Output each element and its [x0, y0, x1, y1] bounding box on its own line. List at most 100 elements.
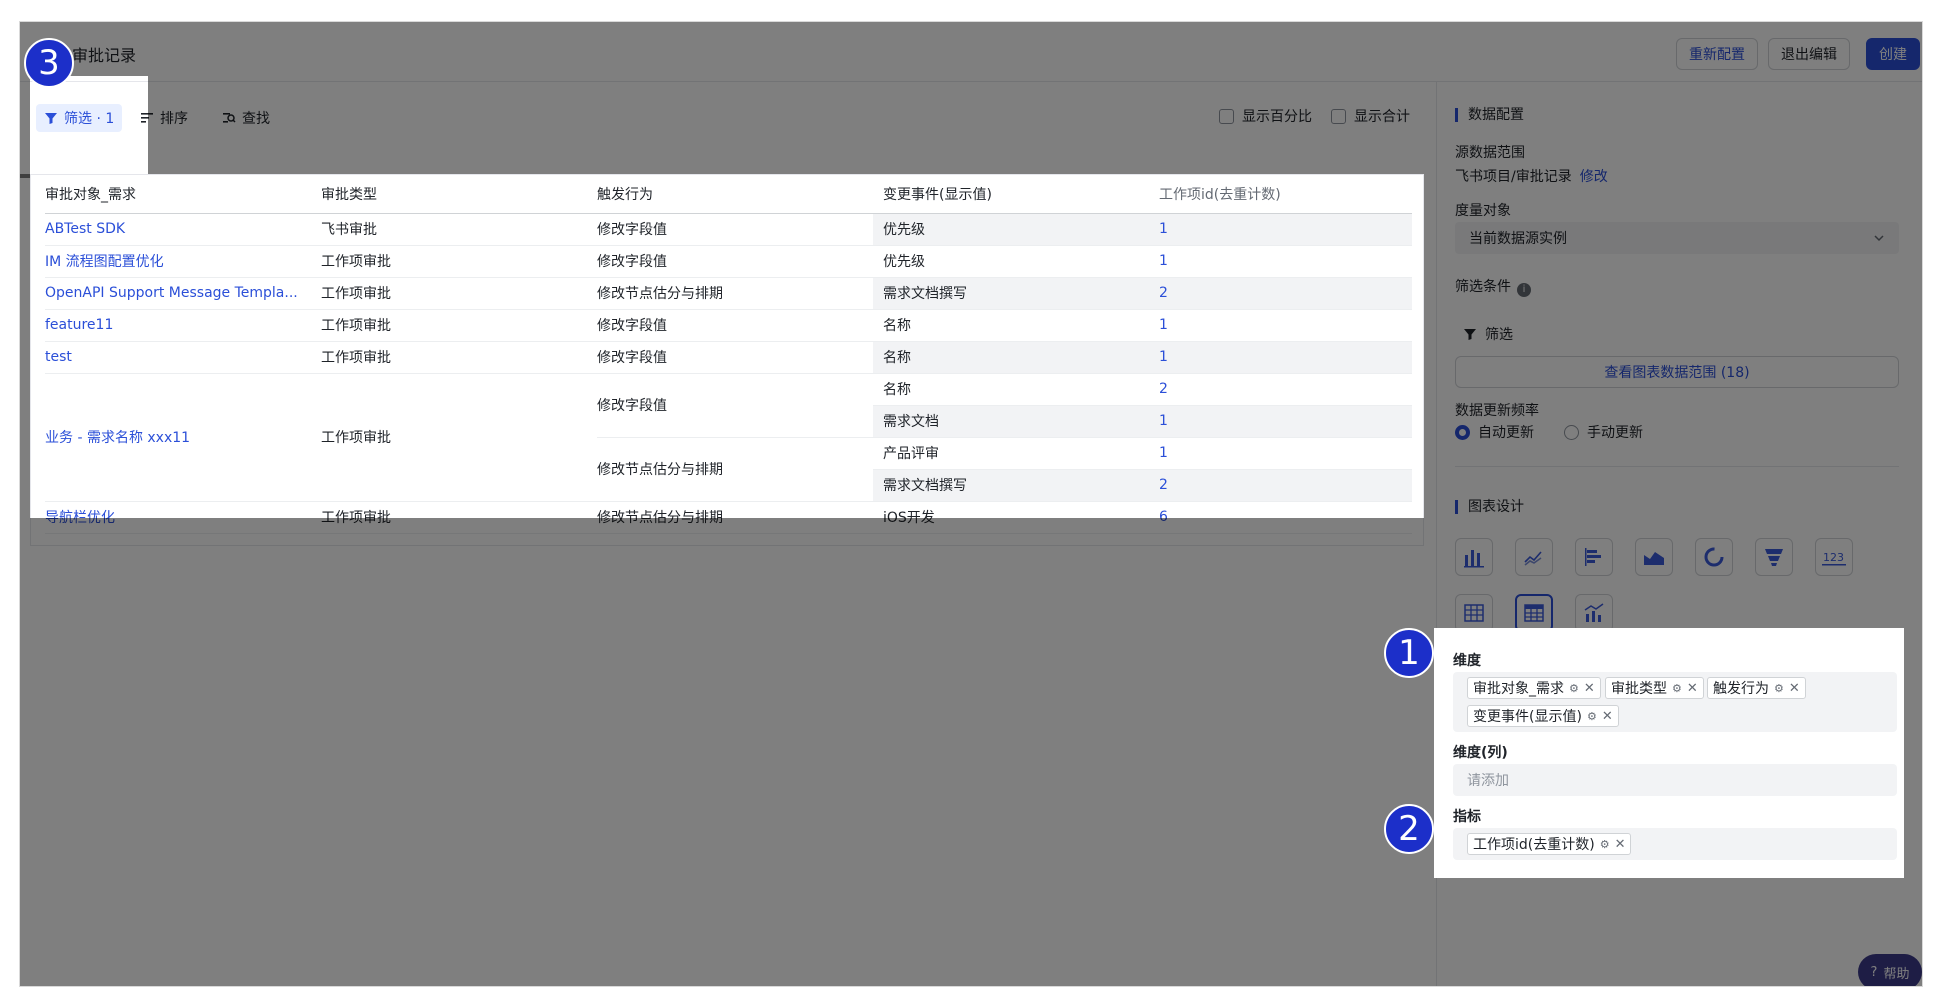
gear-icon[interactable]: ⚙ [1600, 838, 1610, 851]
update-frequency-radio-group: 自动更新 手动更新 [1455, 422, 1643, 442]
cell-object[interactable]: 导航栏优化 [45, 501, 321, 534]
cell-count[interactable]: 2 [1149, 469, 1412, 502]
cell-count[interactable]: 1 [1149, 405, 1412, 438]
dimension-column-drop-zone[interactable]: 请添加 [1453, 764, 1897, 796]
chart-type-funnel[interactable] [1755, 538, 1793, 576]
filter-icon [45, 113, 57, 124]
pivot-table: 审批对象_需求 审批类型 触发行为 变更事件(显示值) 工作项id(去重计数) … [45, 175, 1412, 534]
cell-count[interactable]: 1 [1149, 437, 1412, 470]
cell-event: 需求文档 [873, 405, 1149, 438]
help-icon: ? [1870, 964, 1878, 980]
chart-type-pivot-table[interactable] [1515, 594, 1553, 632]
metric-drop-zone[interactable]: 工作项id(去重计数) ⚙ ✕ [1453, 828, 1897, 860]
measure-select[interactable]: 当前数据源实例 [1455, 222, 1899, 254]
metric-tag[interactable]: 工作项id(去重计数) ⚙ ✕ [1467, 833, 1632, 855]
config-panel: 数据配置 源数据范围 飞书项目/审批记录 修改 度量对象 当前数据源实例 筛选条件… [1435, 82, 1922, 986]
field-config-card: 维度 审批对象_需求 ⚙ ✕ 审批类型 ⚙ ✕ 触发行为 ⚙ ✕ 变更事件(显示值) … [1435, 628, 1903, 878]
close-icon[interactable]: ✕ [1602, 709, 1613, 724]
cell-object[interactable]: 业务 - 需求名称 xxx11 [45, 373, 321, 502]
reconfigure-button[interactable]: 重新配置 [1676, 38, 1758, 70]
cell-action: 修改节点估分与排期 [597, 437, 873, 502]
gear-icon[interactable]: ⚙ [1569, 682, 1579, 695]
find-icon [223, 113, 236, 123]
line-chart-icon [1524, 551, 1542, 566]
number-indicator-icon: 123 [1822, 551, 1846, 566]
cell-count[interactable]: 1 [1149, 309, 1412, 342]
close-icon[interactable]: ✕ [1584, 681, 1595, 696]
chart-type-horizontal-bar[interactable] [1575, 538, 1613, 576]
gear-icon[interactable]: ⚙ [1587, 710, 1597, 723]
col-header-object[interactable]: 审批对象_需求 [45, 175, 321, 214]
dimension-tag[interactable]: 触发行为 ⚙ ✕ [1707, 677, 1806, 699]
cell-count[interactable]: 1 [1149, 213, 1412, 246]
chart-type-donut[interactable] [1695, 538, 1733, 576]
cell-type: 工作项审批 [321, 277, 597, 310]
col-header-event[interactable]: 变更事件(显示值) [873, 175, 1149, 214]
gear-icon[interactable]: ⚙ [1672, 682, 1682, 695]
checkbox-box[interactable] [1219, 108, 1234, 124]
app-window: 审批记录 重新配置 退出编辑 创建 筛选 · 1 排序 查找 显示百分比 显示合… [20, 22, 1922, 986]
source-edit-link[interactable]: 修改 [1580, 169, 1608, 185]
radio-auto-label: 自动更新 [1478, 425, 1534, 441]
dimension-tag[interactable]: 变更事件(显示值) ⚙ ✕ [1467, 705, 1619, 727]
cell-object[interactable]: OpenAPI Support Message Templa... [45, 277, 321, 310]
cell-event: 名称 [873, 341, 1149, 374]
dimension-drop-zone[interactable]: 审批对象_需求 ⚙ ✕ 审批类型 ⚙ ✕ 触发行为 ⚙ ✕ 变更事件(显示值) ⚙ ✕ [1453, 672, 1897, 732]
create-button[interactable]: 创建 [1866, 38, 1920, 70]
sort-icon [141, 113, 153, 123]
view-data-range-button[interactable]: 查看图表数据范围 (18) [1455, 356, 1899, 388]
chart-type-combo[interactable] [1575, 594, 1613, 632]
cell-count[interactable]: 1 [1149, 341, 1412, 374]
chart-type-area[interactable] [1635, 538, 1673, 576]
page-title: 审批记录 [72, 46, 137, 65]
radio-auto[interactable] [1455, 424, 1470, 440]
cell-count[interactable]: 2 [1149, 277, 1412, 310]
pivot-table-icon [1524, 604, 1544, 622]
col-header-action[interactable]: 触发行为 [597, 175, 873, 214]
table-header-row: 审批对象_需求 审批类型 触发行为 变更事件(显示值) 工作项id(去重计数) [45, 175, 1412, 214]
dimension-tag-label: 审批类型 [1611, 681, 1667, 697]
chart-type-bar[interactable] [1455, 538, 1493, 576]
cell-action: 修改字段值 [597, 341, 873, 374]
find-button[interactable]: 查找 [222, 104, 270, 132]
cell-object[interactable]: feature11 [45, 309, 321, 342]
cell-count[interactable]: 1 [1149, 245, 1412, 278]
divider [1455, 466, 1899, 467]
checkbox-box[interactable] [1331, 108, 1346, 124]
dimension-tag[interactable]: 审批对象_需求 ⚙ ✕ [1467, 677, 1601, 699]
cell-object[interactable]: test [45, 341, 321, 374]
area-chart-icon [1644, 552, 1664, 565]
table-row: feature11 工作项审批 修改字段值 名称 1 [45, 309, 1412, 342]
help-button[interactable]: ? 帮助 [1858, 954, 1922, 986]
close-icon[interactable]: ✕ [1615, 837, 1626, 852]
info-icon[interactable]: i [1517, 283, 1531, 297]
cell-object[interactable]: IM 流程图配置优化 [45, 245, 321, 278]
cell-count[interactable]: 6 [1149, 501, 1412, 534]
exit-edit-button[interactable]: 退出编辑 [1768, 38, 1850, 70]
show-percent-checkbox[interactable]: 显示百分比 [1219, 106, 1312, 126]
chart-type-line[interactable] [1515, 538, 1553, 576]
data-config-title: 数据配置 [1455, 108, 1524, 122]
gear-icon[interactable]: ⚙ [1774, 682, 1784, 695]
main-area: 筛选 · 1 排序 查找 显示百分比 显示合计 审批对象_需求 审批类型 触发行… [20, 82, 1436, 986]
show-total-checkbox[interactable]: 显示合计 [1331, 106, 1410, 126]
table-row: 导航栏优化 工作项审批 修改节点估分与排期 iOS开发 6 [45, 501, 1412, 534]
sort-button[interactable]: 排序 [140, 104, 188, 132]
col-header-metric[interactable]: 工作项id(去重计数) [1149, 175, 1412, 214]
chart-type-indicator[interactable]: 123 [1815, 538, 1853, 576]
chart-type-table[interactable] [1455, 594, 1493, 632]
cell-action: 修改字段值 [597, 245, 873, 278]
cell-type: 工作项审批 [321, 341, 597, 374]
side-filter-button[interactable]: 筛选 [1463, 324, 1513, 344]
dimension-tag[interactable]: 审批类型 ⚙ ✕ [1605, 677, 1704, 699]
dimension-tag-label: 触发行为 [1713, 681, 1769, 697]
col-header-type[interactable]: 审批类型 [321, 175, 597, 214]
cell-count[interactable]: 2 [1149, 373, 1412, 406]
cell-object[interactable]: ABTest SDK [45, 213, 321, 246]
cell-type: 工作项审批 [321, 309, 597, 342]
close-icon[interactable]: ✕ [1789, 681, 1800, 696]
close-icon[interactable]: ✕ [1687, 681, 1698, 696]
cell-event: 需求文档撰写 [873, 277, 1149, 310]
radio-manual[interactable] [1564, 424, 1579, 440]
filter-button[interactable]: 筛选 · 1 [36, 104, 123, 132]
